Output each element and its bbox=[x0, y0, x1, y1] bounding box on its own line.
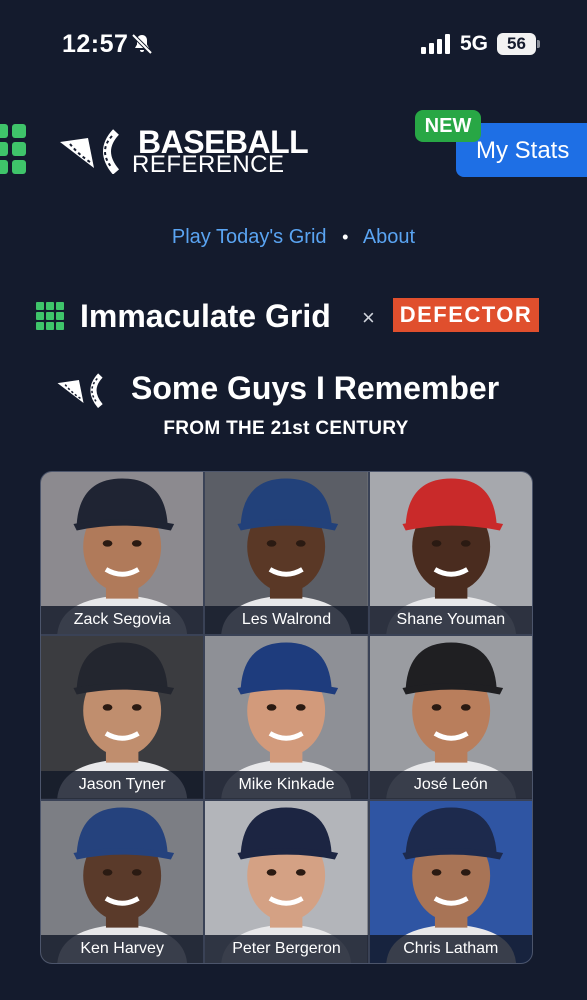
player-name: Peter Bergeron bbox=[205, 934, 368, 963]
puzzle-subtitle: FROM THE 21st CENTURY bbox=[163, 418, 409, 439]
cellular-signal-icon bbox=[421, 34, 450, 54]
player-cell[interactable]: Zack Segovia bbox=[41, 472, 204, 635]
grid-menu-icon[interactable] bbox=[0, 124, 40, 176]
player-cell[interactable]: Chris Latham bbox=[369, 800, 532, 963]
player-cell[interactable]: Mike Kinkade bbox=[205, 636, 368, 799]
logo-text-reference: REFERENCE bbox=[132, 151, 285, 178]
player-name: Les Walrond bbox=[205, 606, 368, 635]
immaculate-grid-header: Immaculate Grid × DEFECTOR bbox=[0, 296, 587, 336]
player-cell[interactable]: Peter Bergeron bbox=[205, 800, 368, 963]
player-cell[interactable]: José León bbox=[369, 636, 532, 799]
battery-tip bbox=[537, 40, 540, 48]
puzzle-heading: Some Guys I Remember FROM THE 21st CENTU… bbox=[0, 366, 587, 446]
network-label: 5G bbox=[460, 32, 489, 55]
battery-level: 56 bbox=[497, 33, 536, 55]
immaculate-grid-title[interactable]: Immaculate Grid bbox=[80, 296, 331, 336]
collab-times-symbol: × bbox=[362, 305, 375, 330]
puzzle-title: Some Guys I Remember bbox=[131, 370, 500, 406]
player-name: Ken Harvey bbox=[41, 934, 204, 963]
player-cell[interactable]: Jason Tyner bbox=[41, 636, 204, 799]
battery-indicator: 56 bbox=[497, 33, 541, 55]
player-cell[interactable]: Les Walrond bbox=[205, 472, 368, 635]
player-name: Chris Latham bbox=[369, 934, 532, 963]
player-name: Mike Kinkade bbox=[205, 770, 368, 799]
player-cell[interactable]: Ken Harvey bbox=[41, 800, 204, 963]
baseball-reference-mark-icon bbox=[57, 373, 103, 408]
about-link[interactable]: About bbox=[363, 226, 415, 248]
play-today-link[interactable]: Play Today's Grid bbox=[172, 226, 327, 248]
site-header: BASEBALL REFERENCE NEW My Stats bbox=[0, 100, 587, 210]
player-name: José León bbox=[369, 770, 532, 799]
player-grid: Zack Segovia Les Walrond Shane Youman Jason… bbox=[40, 471, 533, 964]
baseball-reference-mark-icon bbox=[60, 129, 120, 174]
nav-links: Play Today's Grid • About bbox=[0, 226, 587, 249]
player-name: Shane Youman bbox=[369, 606, 532, 635]
status-bar: 12:57 5G 56 bbox=[0, 0, 587, 90]
defector-logo[interactable]: DEFECTOR bbox=[393, 298, 539, 332]
immaculate-grid-icon[interactable] bbox=[36, 302, 64, 330]
baseball-reference-logo[interactable]: BASEBALL REFERENCE bbox=[58, 126, 318, 178]
nav-separator: • bbox=[342, 227, 349, 247]
bell-slash-icon bbox=[131, 33, 153, 55]
new-badge: NEW bbox=[415, 110, 481, 142]
player-name: Zack Segovia bbox=[41, 606, 204, 635]
status-time: 12:57 bbox=[62, 30, 129, 58]
player-name: Jason Tyner bbox=[41, 770, 204, 799]
player-cell[interactable]: Shane Youman bbox=[369, 472, 532, 635]
